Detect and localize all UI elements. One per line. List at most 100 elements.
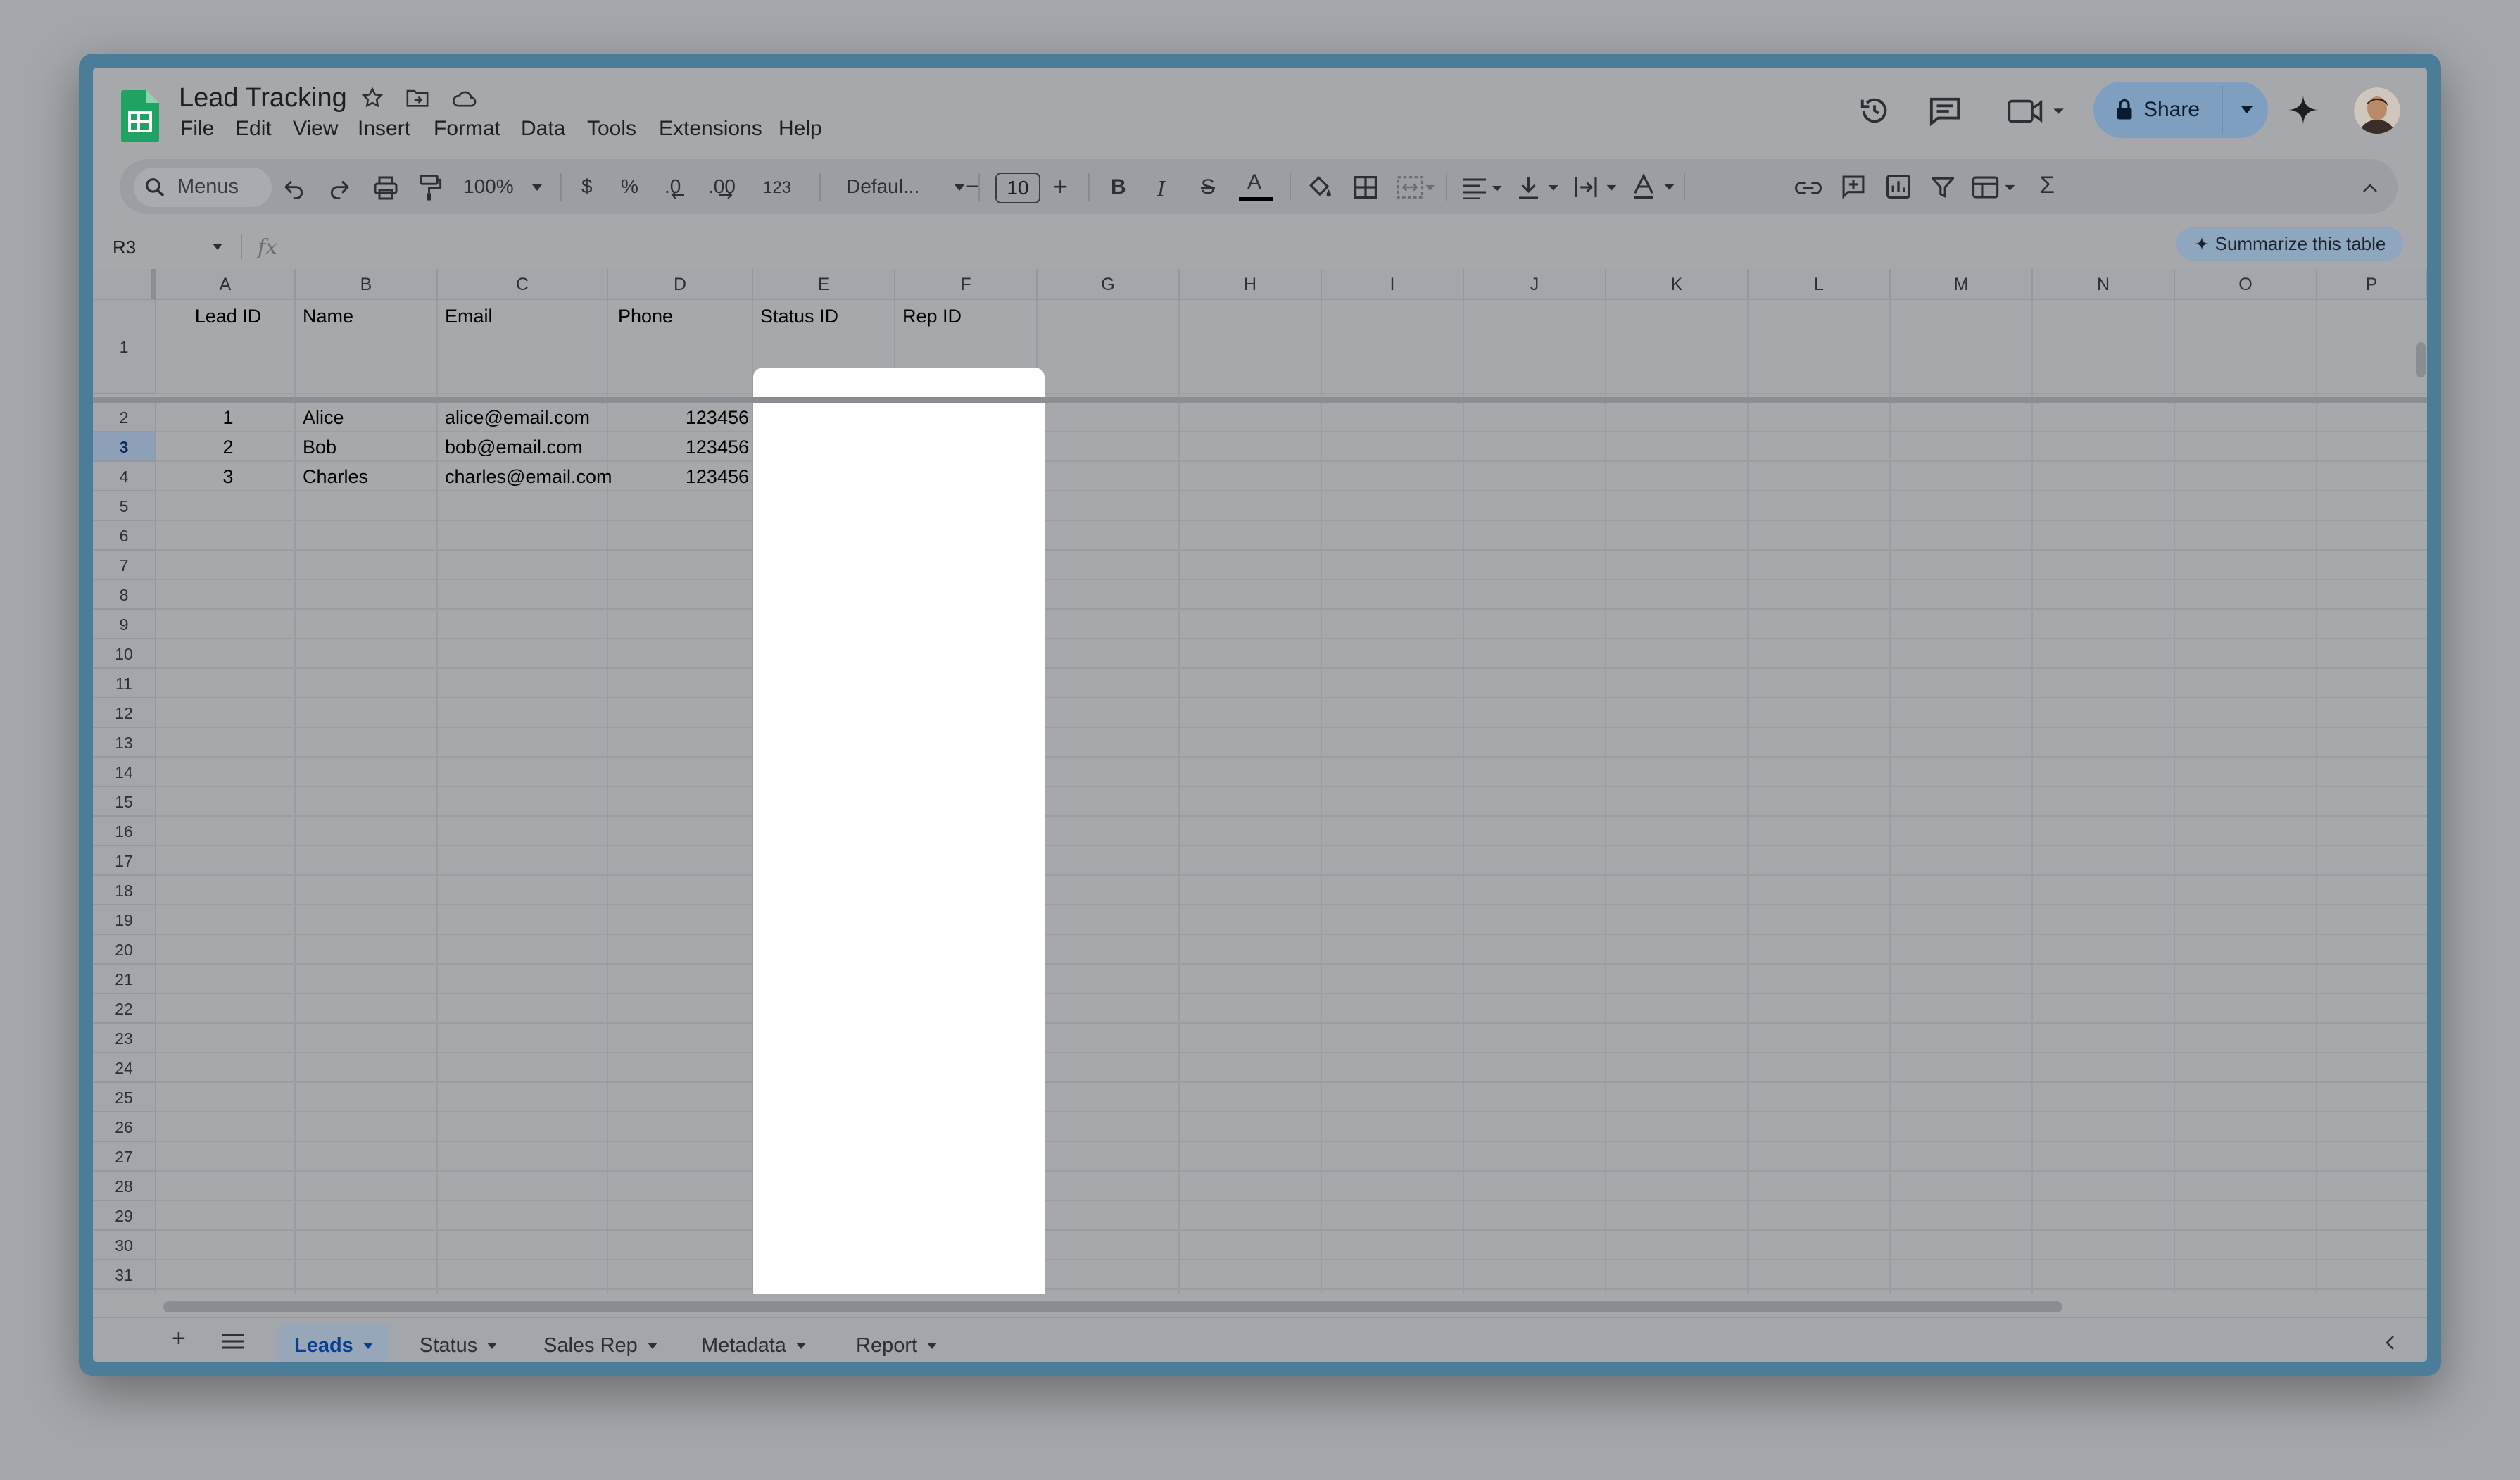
cell-D4[interactable]: 123456 [615,466,749,488]
row-header-13[interactable]: 13 [93,728,156,758]
strikethrough-button[interactable]: S [1201,175,1215,199]
vertical-align-icon[interactable] [1516,175,1560,200]
column-header-p[interactable]: P [2317,269,2427,300]
column-header-g[interactable]: G [1038,269,1180,300]
sheets-logo-icon[interactable] [121,90,159,142]
menu-insert[interactable]: Insert [358,117,410,141]
paint-format-icon[interactable] [418,175,442,201]
column-header-b[interactable]: B [296,269,438,300]
font-select[interactable]: Defaul... [846,175,919,198]
menu-view[interactable]: View [293,117,338,141]
sheet-tab-report[interactable]: Report [856,1324,938,1362]
cell-E1[interactable]: Status ID [760,306,838,327]
sheet-tab-status[interactable]: Status [420,1324,498,1362]
summarize-table-button[interactable]: Summarize this table [2176,227,2403,261]
cell-D2[interactable]: 123456 [615,407,749,429]
column-header-i[interactable]: I [1322,269,1464,300]
more-formats-button[interactable]: 123 [763,178,791,198]
cell-C1[interactable]: Email [445,306,493,327]
borders-icon[interactable] [1354,176,1377,199]
share-main-button[interactable]: Share [2093,82,2222,138]
row-header-4[interactable]: 4 [93,462,156,491]
cell-D1[interactable]: Phone [618,306,673,327]
fill-color-icon[interactable] [1306,173,1333,200]
name-box[interactable]: R3 [113,237,136,258]
share-dropdown-button[interactable] [2227,82,2267,138]
select-all-corner[interactable] [93,269,156,300]
zoom-select[interactable]: 100% [463,175,514,198]
formula-input[interactable] [290,232,2155,261]
horizontal-scrollbar[interactable] [163,1301,2062,1312]
add-sheet-icon[interactable]: + [172,1325,186,1353]
row-header-3[interactable]: 3 [93,432,156,462]
row-header-8[interactable]: 8 [93,580,156,610]
horizontal-align-icon[interactable] [1460,177,1504,199]
cell-B2[interactable]: Alice [303,407,344,429]
functions-button[interactable]: Σ [2040,172,2055,199]
filter-views-icon[interactable] [1972,176,2016,199]
row-header-31[interactable]: 31 [93,1260,156,1290]
row-header-19[interactable]: 19 [93,905,156,935]
row-header-1[interactable]: 1 [93,300,156,394]
zoom-caret-icon[interactable] [532,184,542,191]
share-button[interactable]: Share [2093,82,2268,138]
cell-A4[interactable]: 3 [160,466,296,488]
row-header-29[interactable]: 29 [93,1201,156,1231]
comment-icon[interactable] [1929,96,1961,127]
row-header-21[interactable]: 21 [93,965,156,994]
row-header-25[interactable]: 25 [93,1083,156,1112]
row-header-28[interactable]: 28 [93,1172,156,1201]
spreadsheet-grid[interactable]: ABCDEFGHIJKLMNOP 1 2 3 4 5 6 7 8 9 10 11 12 13 14 15 16… [93,269,2427,1294]
undo-icon[interactable] [283,177,305,199]
row-header-15[interactable]: 15 [93,787,156,817]
cell-C2[interactable]: alice@email.com [445,407,612,429]
row-header-14[interactable]: 14 [93,758,156,787]
font-caret-icon[interactable] [955,184,964,191]
cell-B3[interactable]: Bob [303,437,336,458]
collapse-sidebar-icon[interactable] [2385,1335,2395,1350]
redo-icon[interactable] [328,177,351,199]
row-header-27[interactable]: 27 [93,1142,156,1172]
row-header-20[interactable]: 20 [93,935,156,965]
cell-A1[interactable]: Lead ID [160,306,296,327]
column-header-f[interactable]: F [895,269,1038,300]
row-header-24[interactable]: 24 [93,1053,156,1083]
print-icon[interactable] [373,176,398,200]
avatar[interactable] [2354,87,2400,134]
document-title[interactable]: Lead Tracking [179,83,347,113]
menu-help[interactable]: Help [779,117,822,141]
text-color-button[interactable]: A [1247,170,1261,194]
sheet-tab-leads[interactable]: Leads [279,1324,389,1362]
filter-icon[interactable] [1932,176,1954,199]
menu-extensions[interactable]: Extensions [659,117,762,141]
column-header-a[interactable]: A [156,269,296,300]
insert-link-icon[interactable] [1795,180,1822,196]
merge-cells-icon[interactable] [1397,176,1435,199]
italic-button[interactable]: I [1157,175,1165,201]
menu-format[interactable]: Format [434,117,500,141]
column-header-d[interactable]: D [608,269,753,300]
row-header-7[interactable]: 7 [93,551,156,580]
column-header-e[interactable]: E [753,269,895,300]
cell-A2[interactable]: 1 [160,407,296,429]
text-wrap-icon[interactable] [1574,176,1618,199]
column-header-c[interactable]: C [438,269,608,300]
row-header-22[interactable]: 22 [93,994,156,1024]
row-header-30[interactable]: 30 [93,1231,156,1260]
row-header-26[interactable]: 26 [93,1112,156,1142]
cell-A3[interactable]: 2 [160,437,296,458]
name-box-caret-icon[interactable] [213,244,222,250]
vertical-scrollbar[interactable] [2416,342,2426,377]
row-header-17[interactable]: 17 [93,846,156,876]
column-header-n[interactable]: N [2033,269,2175,300]
row-header-6[interactable]: 6 [93,521,156,551]
cloud-status-icon[interactable] [451,89,477,108]
cell-B1[interactable]: Name [303,306,353,327]
cell-C3[interactable]: bob@email.com [445,437,612,458]
column-header-h[interactable]: H [1180,269,1322,300]
menu-tools[interactable]: Tools [587,117,636,141]
sheet-tab-sales-rep[interactable]: Sales Rep [543,1324,657,1362]
currency-format-button[interactable]: $ [581,175,593,198]
insert-chart-icon[interactable] [1886,175,1910,199]
history-icon[interactable] [1858,94,1891,127]
